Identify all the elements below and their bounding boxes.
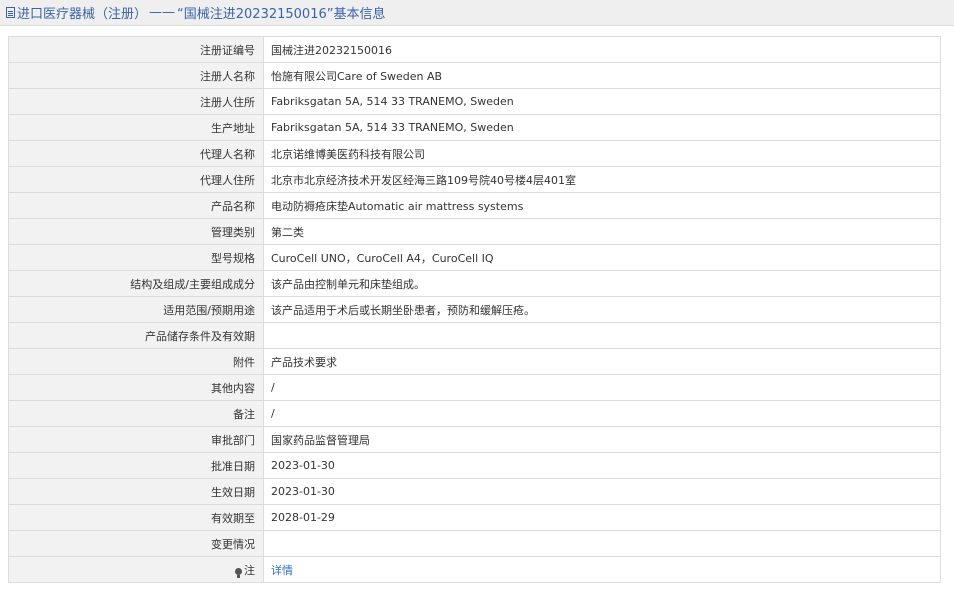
header-separator: —— [149,5,176,20]
row-value: 该产品由控制单元和床垫组成。 [263,270,941,297]
note-row: 注 详情 [8,556,941,583]
registration-info-table: 注册证编号 国械注进20232150016 注册人名称 怡施有限公司Care o… [8,36,941,583]
row-label: 变更情况 [8,530,264,557]
header-category: 进口医疗器械（注册） [17,7,148,22]
row-value: CuroCell UNO，CuroCell A4，CuroCell IQ [263,244,941,271]
table-row: 产品名称 电动防褥疮床垫Automatic air mattress syste… [8,192,941,219]
row-value: 2023-01-30 [263,478,941,505]
row-value [263,322,941,349]
table-row: 审批部门 国家药品监督管理局 [8,426,941,453]
row-label: 代理人住所 [8,166,264,193]
note-label-cell: 注 [8,556,264,583]
table-row: 管理类别 第二类 [8,218,941,245]
table-row: 其他内容 / [8,374,941,401]
row-label: 生产地址 [8,114,264,141]
header-title: “国械注进20232150016”基本信息 [177,7,386,22]
table-row: 生效日期 2023-01-30 [8,478,941,505]
table-row: 有效期至 2028-01-29 [8,504,941,531]
row-value: 国家药品监督管理局 [263,426,941,453]
note-label: 注 [244,563,255,577]
row-label: 附件 [8,348,264,375]
row-value: 北京诺维博美医药科技有限公司 [263,140,941,167]
row-label: 生效日期 [8,478,264,505]
row-value: 2023-01-30 [263,452,941,479]
row-label: 有效期至 [8,504,264,531]
table-row: 注册人名称 怡施有限公司Care of Sweden AB [8,62,941,89]
row-value: 北京市北京经济技术开发区经海三路109号院40号楼4层401室 [263,166,941,193]
table-row: 附件 产品技术要求 [8,348,941,375]
row-label: 适用范围/预期用途 [8,296,264,323]
row-value: 产品技术要求 [263,348,941,375]
row-label: 注册证编号 [8,36,264,63]
row-label: 管理类别 [8,218,264,245]
table-row: 批准日期 2023-01-30 [8,452,941,479]
row-value: 该产品适用于术后或长期坐卧患者，预防和缓解压疮。 [263,296,941,323]
table-row: 注册人住所 Fabriksgatan 5A, 514 33 TRANEMO, S… [8,88,941,115]
lightbulb-icon [235,567,242,578]
table-row: 代理人住所 北京市北京经济技术开发区经海三路109号院40号楼4层401室 [8,166,941,193]
table-row: 结构及组成/主要组成成分 该产品由控制单元和床垫组成。 [8,270,941,297]
row-label: 产品名称 [8,192,264,219]
row-value: Fabriksgatan 5A, 514 33 TRANEMO, Sweden [263,88,941,115]
row-value [263,530,941,557]
note-value-cell: 详情 [263,556,941,583]
table-row: 代理人名称 北京诺维博美医药科技有限公司 [8,140,941,167]
row-value: 怡施有限公司Care of Sweden AB [263,62,941,89]
row-value: Fabriksgatan 5A, 514 33 TRANEMO, Sweden [263,114,941,141]
row-value: 电动防褥疮床垫Automatic air mattress systems [263,192,941,219]
row-value: / [263,374,941,401]
row-label: 代理人名称 [8,140,264,167]
table-row: 适用范围/预期用途 该产品适用于术后或长期坐卧患者，预防和缓解压疮。 [8,296,941,323]
row-label: 备注 [8,400,264,427]
row-label: 型号规格 [8,244,264,271]
row-label: 产品储存条件及有效期 [8,322,264,349]
row-label: 结构及组成/主要组成成分 [8,270,264,297]
row-label: 注册人住所 [8,88,264,115]
page-header: 进口医疗器械（注册） —— “国械注进20232150016”基本信息 [0,0,954,26]
row-value: 第二类 [263,218,941,245]
table-row: 型号规格 CuroCell UNO，CuroCell A4，CuroCell I… [8,244,941,271]
document-icon [6,6,15,18]
row-value: 国械注进20232150016 [263,36,941,63]
row-label: 批准日期 [8,452,264,479]
table-row: 生产地址 Fabriksgatan 5A, 514 33 TRANEMO, Sw… [8,114,941,141]
table-row: 注册证编号 国械注进20232150016 [8,36,941,63]
row-label: 审批部门 [8,426,264,453]
row-value: / [263,400,941,427]
table-row: 变更情况 [8,530,941,557]
table-row: 产品储存条件及有效期 [8,322,941,349]
details-link[interactable]: 详情 [271,564,293,577]
row-label: 注册人名称 [8,62,264,89]
row-value: 2028-01-29 [263,504,941,531]
row-label: 其他内容 [8,374,264,401]
table-row: 备注 / [8,400,941,427]
